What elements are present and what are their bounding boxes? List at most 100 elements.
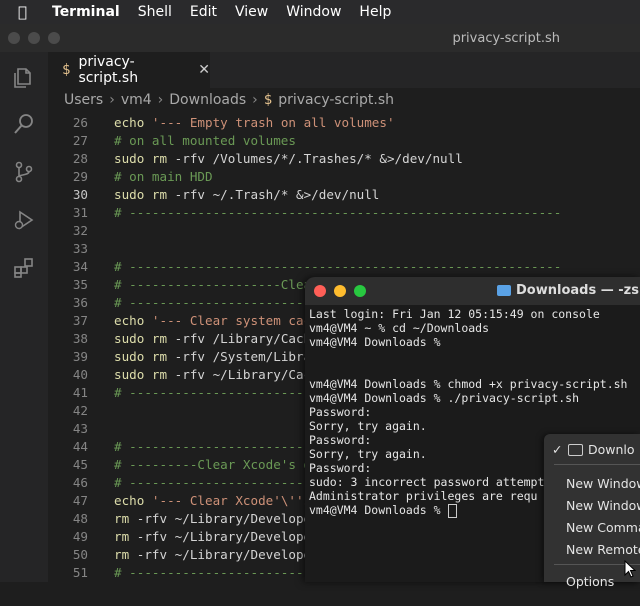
terminal-title-bar: Downloads — -zsh -	[305, 277, 640, 305]
code-text: sudo rm -rfv /Volumes/*/.Trashes/* &>/de…	[114, 151, 463, 166]
line-number: 29	[72, 169, 88, 184]
line-number: 51	[72, 565, 88, 580]
line-number: 33	[72, 241, 88, 256]
breadcrumb: Users › vm4 › Downloads › $ privacy-scri…	[64, 90, 394, 110]
line-number: 49	[72, 529, 88, 544]
line-number: 42	[72, 403, 88, 418]
line-number: 45	[72, 457, 88, 472]
line-number: 35	[72, 277, 88, 292]
code-text: # ---------Clear Xcode's de	[114, 457, 319, 472]
menu-edit[interactable]: Edit	[190, 4, 217, 20]
minimize-window-button[interactable]	[334, 285, 346, 297]
extensions-icon[interactable]	[12, 256, 36, 280]
line-number: 50	[72, 547, 88, 562]
menu-view[interactable]: View	[235, 4, 268, 20]
code-text: echo '--- Clear Xcode'\''s	[114, 493, 312, 508]
line-number: 31	[72, 205, 88, 220]
zoom-window-button[interactable]	[48, 32, 60, 44]
menu-app-name[interactable]: Terminal	[52, 4, 120, 20]
line-number: 48	[72, 511, 88, 526]
menu-window[interactable]: Window	[286, 4, 341, 20]
line-number: 41	[72, 385, 88, 400]
line-number: 46	[72, 475, 88, 490]
terminal-line: vm4@VM4 Downloads % chmod +x privacy-scr…	[309, 377, 628, 391]
code-text: # ------------------------	[114, 439, 312, 454]
line-number: 44	[72, 439, 88, 454]
code-line[interactable]: 32	[48, 222, 640, 240]
menu-bar:  Terminal Shell Edit View Window Help	[0, 0, 640, 24]
run-debug-icon[interactable]	[12, 208, 36, 232]
terminal-line: vm4@VM4 Downloads %	[309, 335, 441, 349]
line-number: 26	[72, 115, 88, 130]
vscode-title-bar: privacy-script.sh	[0, 24, 640, 52]
search-icon[interactable]	[12, 112, 36, 136]
code-text: rm -rfv ~/Library/Develope	[114, 547, 312, 562]
code-text: echo '--- Clear system cach	[114, 313, 319, 328]
tab-privacy-script[interactable]: $ privacy-script.sh ✕	[48, 52, 210, 88]
code-line[interactable]: 28 sudo rm -rfv /Volumes/*/.Trashes/* &>/…	[48, 150, 640, 168]
menu-item-new-command[interactable]: New Comma	[566, 520, 640, 535]
terminal-cursor	[447, 503, 457, 518]
editor-tab-bar: $ privacy-script.sh ✕	[48, 52, 640, 88]
menu-item-new-window-1[interactable]: New Window	[566, 476, 640, 491]
breadcrumb-downloads[interactable]: Downloads	[169, 92, 246, 108]
zoom-window-button[interactable]	[354, 285, 366, 297]
line-number: 32	[72, 223, 88, 238]
close-icon[interactable]: ✕	[198, 62, 210, 78]
menu-shell[interactable]: Shell	[138, 4, 172, 20]
breadcrumb-file[interactable]: privacy-script.sh	[278, 92, 394, 108]
line-number: 38	[72, 331, 88, 346]
source-control-icon[interactable]	[12, 160, 36, 184]
code-text: # --------------------------------------…	[114, 205, 562, 220]
code-text: # on main HDD	[114, 169, 213, 184]
menu-divider	[554, 464, 640, 465]
code-line[interactable]: 33	[48, 240, 640, 258]
chevron-right-icon: ›	[157, 92, 164, 108]
line-number: 37	[72, 313, 88, 328]
code-line[interactable]: 34 # ------------------------------------…	[48, 258, 640, 276]
menu-item-downloads[interactable]: Downlo	[588, 442, 635, 457]
line-number: 47	[72, 493, 88, 508]
code-text: sudo rm -rfv /Library/Cache	[114, 331, 319, 346]
line-number: 36	[72, 295, 88, 310]
window-icon	[568, 444, 583, 456]
menu-item-new-remote[interactable]: New Remote	[566, 542, 640, 557]
explorer-icon[interactable]	[12, 66, 36, 90]
line-number: 39	[72, 349, 88, 364]
code-text: rm -rfv ~/Library/Develope	[114, 511, 312, 526]
breadcrumb-vm4[interactable]: vm4	[121, 92, 152, 108]
line-number: 43	[72, 421, 88, 436]
checkmark-icon: ✓	[552, 442, 563, 457]
close-window-button[interactable]	[314, 285, 326, 297]
shell-file-icon: $	[62, 62, 71, 78]
code-line[interactable]: 27 # on all mounted volumes	[48, 132, 640, 150]
code-line[interactable]: 31 # ------------------------------------…	[48, 204, 640, 222]
line-number: 27	[72, 133, 88, 148]
code-text: echo '--- Empty trash on all volumes'	[114, 115, 395, 130]
code-text: # ------------------------	[114, 475, 312, 490]
code-line[interactable]: 29 # on main HDD	[48, 168, 640, 186]
code-text: # on all mounted volumes	[114, 133, 296, 148]
code-line[interactable]: 26 echo '--- Empty trash on all volumes'	[48, 114, 640, 132]
line-number: 40	[72, 367, 88, 382]
shell-file-icon: $	[263, 92, 273, 108]
code-line[interactable]: 30 sudo rm -rfv ~/.Trash/* &>/dev/null	[48, 186, 640, 204]
breadcrumb-users[interactable]: Users	[64, 92, 103, 108]
line-number: 28	[72, 151, 88, 166]
code-text: sudo rm -rfv ~/Library/Cach	[114, 367, 319, 382]
code-text: rm -rfv ~/Library/Develope	[114, 529, 312, 544]
menu-item-new-window-2[interactable]: New Window	[566, 498, 640, 513]
close-window-button[interactable]	[8, 32, 20, 44]
terminal-line: vm4@VM4 Downloads % ./privacy-script.sh	[309, 391, 580, 405]
chevron-right-icon: ›	[109, 92, 115, 108]
code-text: sudo rm -rfv /System/Libra	[114, 349, 312, 364]
line-number: 34	[72, 259, 88, 274]
activity-bar	[0, 52, 48, 582]
menu-help[interactable]: Help	[359, 4, 391, 20]
minimize-window-button[interactable]	[28, 32, 40, 44]
line-number: 30	[72, 187, 88, 202]
apple-icon[interactable]: 	[18, 3, 38, 21]
terminal-line: Last login: Fri Jan 12 05:15:49 on conso…	[309, 307, 600, 321]
